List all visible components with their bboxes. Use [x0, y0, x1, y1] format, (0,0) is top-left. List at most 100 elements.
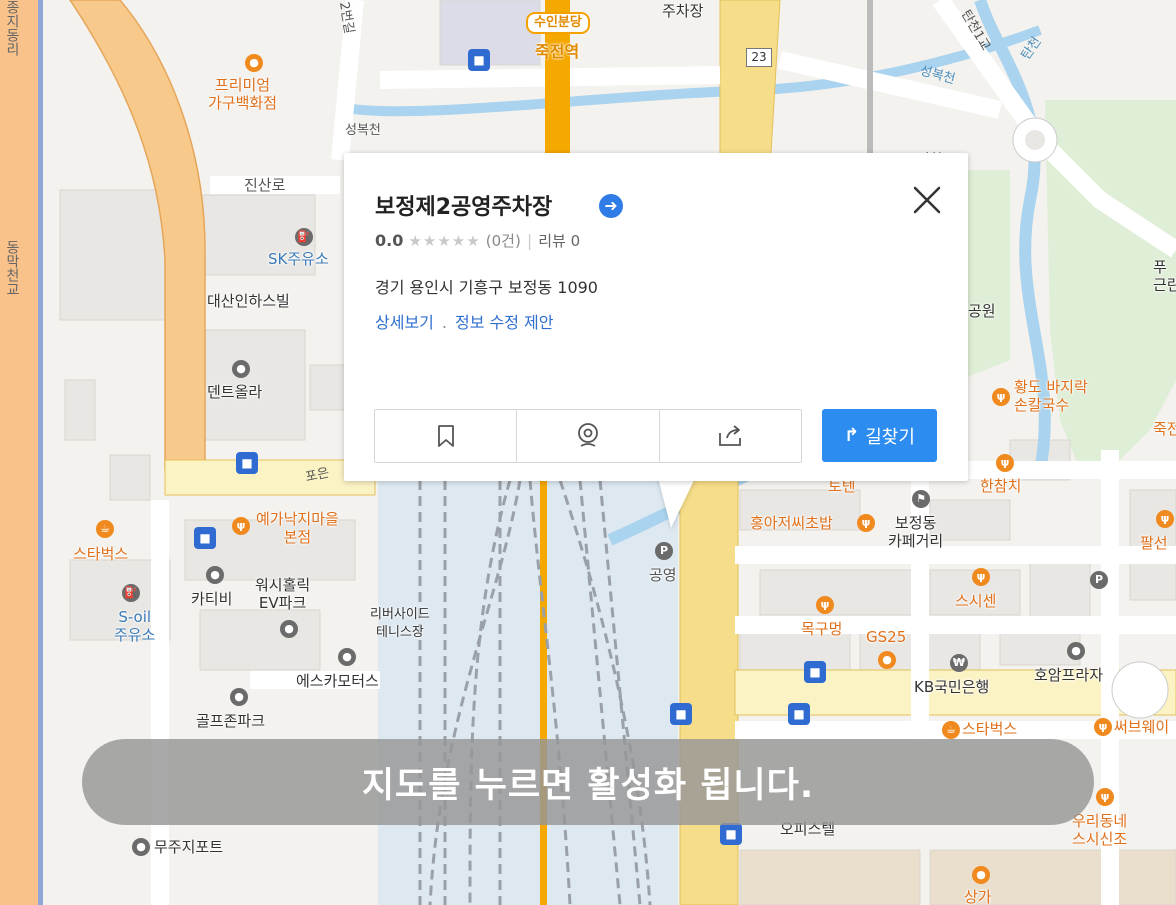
label-daesan-inha: 대산인하스빌	[207, 292, 290, 310]
label-left-edge-2: 동막천교	[4, 240, 20, 296]
station-line-badge: 수인분당	[526, 12, 590, 34]
golf-icon: ●	[230, 688, 248, 706]
label-s-oil[interactable]: S-oil 주유소	[114, 608, 155, 644]
restaurant-icon: ψ	[232, 517, 250, 535]
car-wash-icon: ●	[280, 620, 298, 638]
bookmark-icon	[437, 425, 454, 447]
cafe-icon: ☕	[942, 721, 960, 739]
directions-icon: ↱	[844, 425, 860, 446]
cafe-icon: ☕	[96, 520, 114, 538]
label-seongbok-stream: 성복천	[345, 123, 381, 138]
rating-row: 0.0 ★★★★★ (0건) | 리뷰 0	[375, 230, 580, 251]
label-catibi[interactable]: 카티비	[191, 590, 232, 608]
label-esca-motors[interactable]: 에스카모터스	[296, 672, 379, 690]
ev-charging-icon: ●	[206, 566, 224, 584]
label-susisen[interactable]: 스시센	[955, 592, 996, 610]
label-hongajeossi[interactable]: 홍아저씨초밥	[750, 514, 833, 532]
rating-stars: ★★★★★	[408, 232, 481, 250]
label-golfzone-park[interactable]: 골프존파크	[196, 712, 265, 730]
bus-stop-icon[interactable]: ■	[468, 49, 490, 71]
flag-icon: ⚑	[912, 490, 930, 508]
popup-action-group	[374, 409, 802, 463]
route-number-sign: 23	[746, 48, 772, 67]
label-sk-gas[interactable]: SK주유소	[268, 250, 329, 268]
label-parking-top: 주차장	[662, 2, 704, 20]
restaurant-icon: ψ	[992, 388, 1010, 406]
place-address: 경기 용인시 기흥구 보정동 1090	[375, 278, 598, 297]
detail-link[interactable]: 상세보기	[375, 313, 434, 332]
directions-button[interactable]: ↱ 길찾기	[822, 409, 937, 462]
label-public-parking[interactable]: 공영	[649, 566, 677, 584]
label-premium-furniture[interactable]: 프리미엄 가구백화점	[208, 76, 277, 112]
parking-icon: P	[1090, 571, 1108, 589]
label-right-edge-jukjeon: 죽전	[1153, 420, 1176, 438]
save-button[interactable]	[375, 410, 518, 462]
popup-links: 상세보기. 정보 수정 제안	[375, 309, 553, 333]
restaurant-icon: ψ	[996, 454, 1014, 472]
shopping-icon: ●	[972, 866, 990, 884]
label-right-edge-palseon: 팔선	[1140, 534, 1168, 552]
restaurant-icon: ψ	[1156, 510, 1174, 528]
label-muju-jiport[interactable]: 무주지포트	[154, 838, 223, 856]
bus-stop-icon[interactable]: ■	[720, 823, 742, 845]
label-riverside-tennis[interactable]: 리버사이드 테니스장	[370, 606, 430, 642]
edit-suggest-link[interactable]: 정보 수정 제안	[455, 313, 554, 332]
bus-stop-icon[interactable]: ■	[804, 661, 826, 683]
label-jinsan-ro: 진산로	[244, 176, 286, 194]
bus-stop-icon[interactable]: ■	[788, 703, 810, 725]
label-uri-dongne[interactable]: 우리동네 스시신조	[1072, 812, 1127, 848]
label-yega-nakji[interactable]: 예가낙지마을 본점	[256, 510, 339, 546]
link-separator: .	[441, 313, 447, 332]
label-gs25[interactable]: GS25	[866, 628, 906, 646]
restaurant-icon: ψ	[1096, 788, 1114, 806]
place-info-popup: 보정제2공영주차장 ➜ 0.0 ★★★★★ (0건) | 리뷰 0 경기 용인시 기…	[344, 153, 968, 481]
roadview-icon	[578, 423, 598, 447]
label-sangga[interactable]: 상가	[964, 888, 992, 905]
bus-stop-icon[interactable]: ■	[194, 527, 216, 549]
close-button[interactable]	[910, 183, 944, 217]
label-park: 공원	[968, 302, 996, 320]
share-icon	[719, 425, 742, 446]
directions-label: 길찾기	[865, 426, 915, 448]
share-button[interactable]	[660, 410, 801, 462]
station-name: 죽전역	[535, 42, 580, 61]
rating-divider: |	[526, 231, 533, 250]
convenience-store-icon: ●	[878, 651, 896, 669]
map-activation-overlay[interactable]: 지도를 누르면 활성화 됩니다.	[82, 739, 1094, 825]
rating-count: (0건)	[485, 232, 521, 250]
label-hwangdo[interactable]: 황도 바지락 손칼국수	[1014, 378, 1088, 414]
label-left-edge-1: 종지동리	[4, 0, 20, 56]
car-service-icon: ●	[338, 648, 356, 666]
label-wash-hollic[interactable]: 워시홀릭 EV파크	[255, 576, 310, 612]
shopping-icon: ●	[245, 54, 263, 72]
restaurant-icon: ψ	[972, 568, 990, 586]
bus-stop-icon[interactable]: ■	[670, 703, 692, 725]
gas-station-icon: ⛽	[122, 584, 140, 602]
building-icon: ●	[1067, 642, 1085, 660]
label-starbucks-left[interactable]: 스타벅스	[73, 545, 128, 563]
arrow-right-icon[interactable]: ➜	[599, 194, 623, 218]
label-subway[interactable]: 써브웨이	[1114, 718, 1169, 736]
label-starbucks-right[interactable]: 스타벅스	[962, 720, 1017, 738]
label-bojeong-cafe-street[interactable]: 보정동 카페거리	[888, 514, 943, 550]
bank-icon: ₩	[950, 654, 968, 672]
label-hanchamchi[interactable]: 한참치	[980, 477, 1021, 495]
roadview-button[interactable]	[517, 410, 660, 462]
place-title[interactable]: 보정제2공영주차장	[375, 189, 552, 221]
parking-icon: P	[655, 542, 673, 560]
gas-station-icon: ⛽	[295, 228, 313, 246]
review-count[interactable]: 리뷰 0	[538, 232, 580, 250]
restaurant-icon: ψ	[1094, 718, 1112, 736]
label-kb-bank[interactable]: KB국민은행	[914, 678, 989, 696]
overlay-message: 지도를 누르면 활성화 됩니다.	[361, 765, 815, 806]
car-service-icon: ●	[132, 838, 150, 856]
bus-stop-icon[interactable]: ■	[236, 452, 258, 474]
car-service-icon: ●	[232, 360, 250, 378]
label-right-edge-park: 푸 근린	[1153, 258, 1176, 294]
restaurant-icon: ψ	[857, 514, 875, 532]
label-mokgumeong[interactable]: 목구멍	[801, 620, 842, 638]
label-hoam-plaza[interactable]: 호암프라자	[1034, 666, 1103, 684]
rating-score: 0.0	[375, 231, 404, 250]
restaurant-icon: ψ	[816, 596, 834, 614]
label-dentolla[interactable]: 덴트올라	[207, 383, 262, 401]
